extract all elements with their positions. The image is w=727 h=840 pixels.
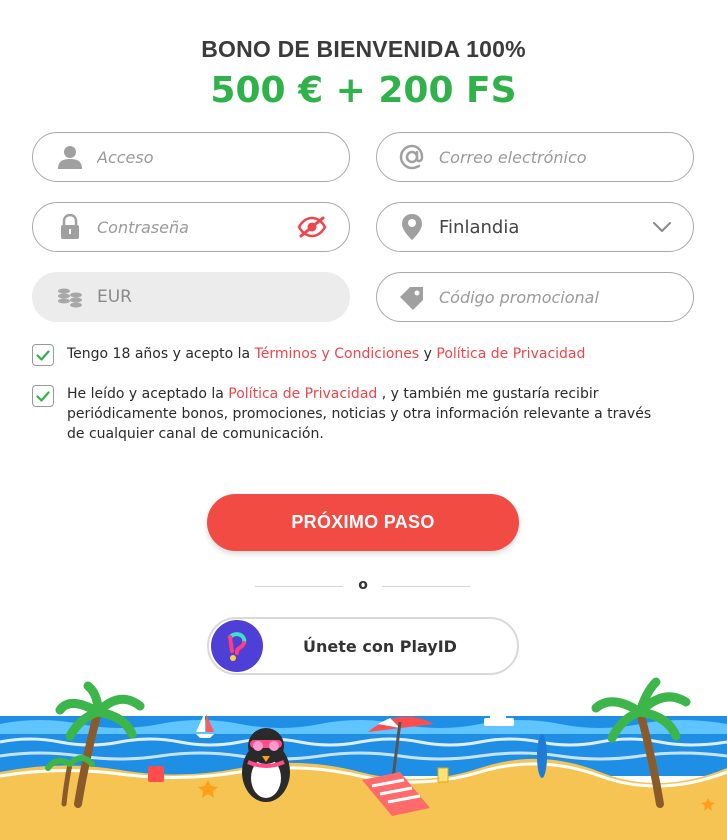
checkmark-icon — [36, 390, 50, 402]
promo-code-input[interactable] — [439, 273, 693, 321]
terms-checkbox[interactable] — [32, 344, 54, 366]
divider-right — [382, 586, 470, 587]
currency-value: EUR — [97, 287, 132, 307]
playid-logo-icon — [211, 620, 263, 672]
terms-text: Tengo 18 años y acepto la Términos y Con… — [67, 344, 585, 364]
marketing-text: He leído y aceptado la Política de Priva… — [67, 384, 667, 444]
email-input[interactable] — [439, 133, 693, 181]
privacy-policy-link[interactable]: Política de Privacidad — [436, 346, 585, 362]
login-field[interactable] — [32, 132, 350, 182]
terms-text-mid: y — [419, 346, 437, 362]
email-field[interactable] — [376, 132, 694, 182]
page-title: BONO DE BIENVENIDA 100% — [201, 36, 526, 62]
coins-icon — [55, 282, 85, 312]
marketing-privacy-link[interactable]: Política de Privacidad — [228, 386, 377, 402]
promo-code-field[interactable] — [376, 272, 694, 322]
marketing-checkbox[interactable] — [32, 385, 54, 407]
tag-icon — [397, 282, 427, 312]
or-separator: o — [358, 577, 368, 593]
checkmark-icon — [36, 349, 50, 361]
lock-icon — [55, 212, 85, 242]
playid-label: Únete con PlayID — [303, 636, 457, 656]
terms-link[interactable]: Términos y Condiciones — [255, 346, 420, 362]
bonus-amount: 500 € + 200 FS — [210, 70, 517, 111]
location-pin-icon — [397, 212, 427, 242]
country-value: Finlandia — [439, 216, 520, 238]
marketing-consent: He leído y aceptado la Política de Priva… — [32, 384, 672, 444]
currency-field: EUR — [32, 272, 350, 322]
chevron-down-icon — [651, 216, 673, 238]
marketing-text-before: He leído y aceptado la — [67, 386, 229, 402]
divider-left — [255, 586, 343, 587]
playid-button[interactable]: Únete con PlayID — [207, 617, 519, 675]
at-icon — [397, 142, 427, 172]
beach-illustration — [0, 677, 727, 840]
next-step-button[interactable]: PRÓXIMO PASO — [207, 494, 519, 551]
password-field[interactable] — [32, 202, 350, 252]
password-input[interactable] — [97, 203, 297, 251]
country-select[interactable]: Finlandia — [376, 202, 694, 252]
eye-slash-icon[interactable] — [297, 215, 327, 239]
user-icon — [55, 142, 85, 172]
terms-text-before: Tengo 18 años y acepto la — [67, 346, 255, 362]
terms-consent: Tengo 18 años y acepto la Términos y Con… — [32, 343, 585, 366]
login-input[interactable] — [97, 133, 349, 181]
